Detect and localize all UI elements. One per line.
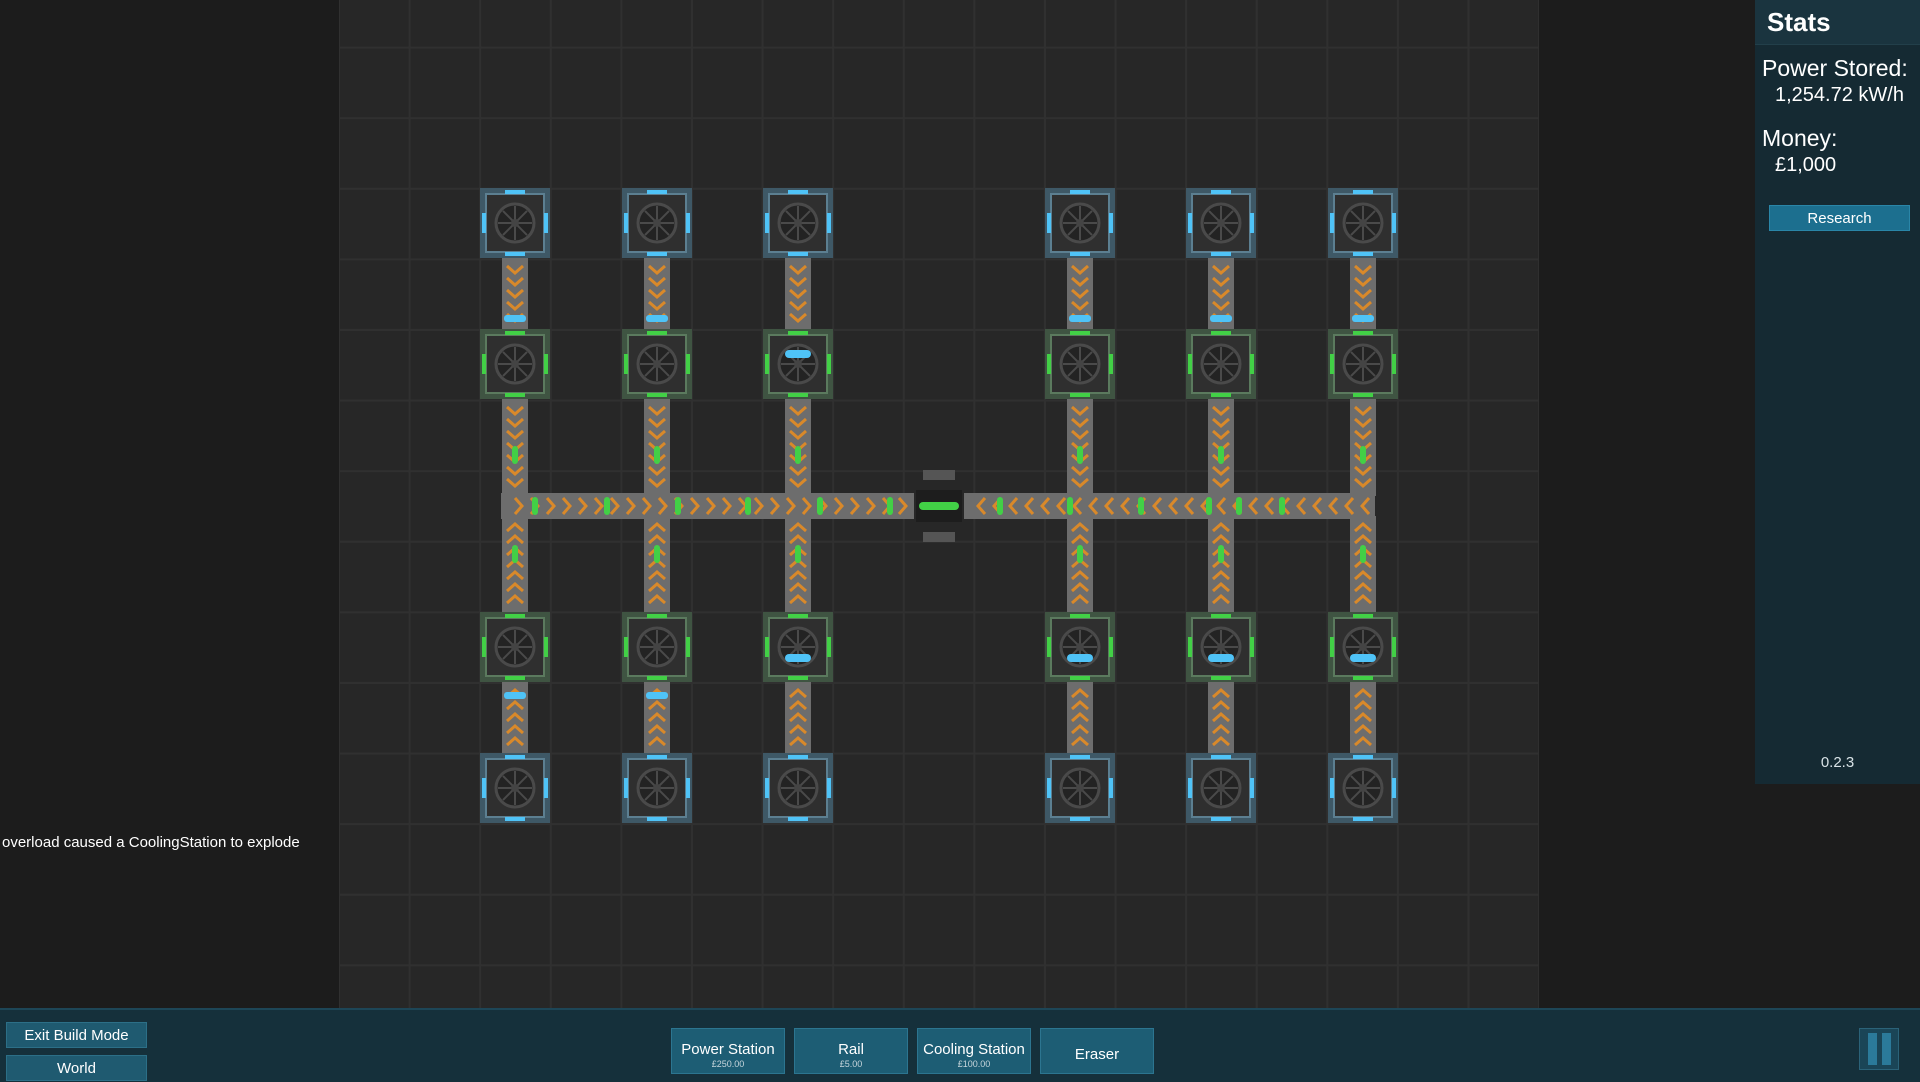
energy-packet [1236,497,1242,515]
tool-rail-price: £5.00 [839,1059,863,1069]
rail [501,493,914,519]
tool-rail-label: Rail [838,1041,864,1058]
energy-packet [654,545,660,563]
version-label: 0.2.3 [1820,754,1855,771]
power-station [1186,329,1256,399]
coolant-packet [1069,315,1091,322]
power-stored-label: Power Stored: [1762,55,1908,81]
energy-packet [532,497,538,515]
power-station [1045,612,1115,682]
tool-cooling-station[interactable]: Cooling Station £100.00 [917,1028,1031,1074]
money-label: Money: [1762,125,1838,151]
hub-cap [923,470,955,480]
energy-packet [997,497,1003,515]
event-log-message: overload caused a CoolingStation to expl… [2,834,300,851]
tool-power-station-label: Power Station [681,1041,775,1058]
energy-packet [1360,446,1366,464]
tool-eraser-label: Eraser [1074,1046,1120,1063]
cooling-station [1186,188,1256,258]
power-station [480,329,550,399]
research-button[interactable]: Research [1769,205,1910,231]
world-button[interactable]: World [6,1055,147,1081]
energy-packet [1206,497,1212,515]
power-station [622,329,692,399]
rail [1208,682,1234,754]
energy-packet [795,545,801,563]
power-stored-value: 1,254.72 kW/h [1775,84,1904,106]
energy-packet [1279,497,1285,515]
coolant-packet [504,315,526,322]
power-station [622,612,692,682]
tool-eraser[interactable]: Eraser [1040,1028,1154,1074]
power-station [1328,612,1398,682]
cooling-station [1045,188,1115,258]
energy-packet [1360,545,1366,563]
cooling-station [763,188,833,258]
pause-icon [1868,1033,1877,1065]
build-toolbar: Exit Build Mode World Power Station £250… [0,1008,1920,1082]
power-station [1328,329,1398,399]
pause-button[interactable] [1859,1028,1899,1070]
coolant-packet [785,654,811,662]
hub-cap [923,532,955,542]
cooling-station [1328,188,1398,258]
power-station [1186,612,1256,682]
tool-power-station[interactable]: Power Station £250.00 [671,1028,785,1074]
energy-packet [512,446,518,464]
cooling-station [480,753,550,823]
energy-packet [604,497,610,515]
power-station [763,329,833,399]
cooling-station [763,753,833,823]
factory-board[interactable] [339,0,1539,1008]
energy-packet [1077,545,1083,563]
cooling-station [622,753,692,823]
energy-packet [512,545,518,563]
cooling-station [622,188,692,258]
hub-energy [919,502,959,510]
cooling-station [480,188,550,258]
tool-cooling-station-price: £100.00 [957,1059,991,1069]
coolant-packet [504,692,526,699]
coolant-packet [1210,315,1232,322]
rail [1067,682,1093,754]
tool-rail[interactable]: Rail £5.00 [794,1028,908,1074]
pause-icon-bar [1882,1033,1891,1065]
tool-cooling-station-label: Cooling Station [923,1041,1025,1058]
power-station [763,612,833,682]
money-value: £1,000 [1775,154,1837,176]
cooling-station [1186,753,1256,823]
energy-packet [1218,446,1224,464]
energy-packet [1218,545,1224,563]
coolant-packet [646,315,668,322]
exit-build-mode-button[interactable]: Exit Build Mode [6,1022,147,1048]
energy-packet [654,446,660,464]
energy-packet [887,497,893,515]
coolant-packet [1067,654,1093,662]
energy-packet [1067,497,1073,515]
coolant-packet [785,350,811,358]
stats-title: Stats [1755,0,1920,45]
energy-packet [1077,446,1083,464]
rail [1350,682,1376,754]
energy-packet [745,497,751,515]
tool-power-station-price: £250.00 [711,1059,745,1069]
energy-packet [1138,497,1144,515]
energy-packet [817,497,823,515]
power-station [480,612,550,682]
cooling-station [1045,753,1115,823]
coolant-packet [1208,654,1234,662]
stats-panel: Stats Power Stored: 1,254.72 kW/h Money:… [1755,0,1920,784]
coolant-packet [646,692,668,699]
coolant-packet [1350,654,1376,662]
energy-packet [675,497,681,515]
rail [785,682,811,754]
cooling-station [1328,753,1398,823]
coolant-packet [1352,315,1374,322]
power-station [1045,329,1115,399]
energy-packet [795,446,801,464]
factory-layout [480,188,1398,823]
